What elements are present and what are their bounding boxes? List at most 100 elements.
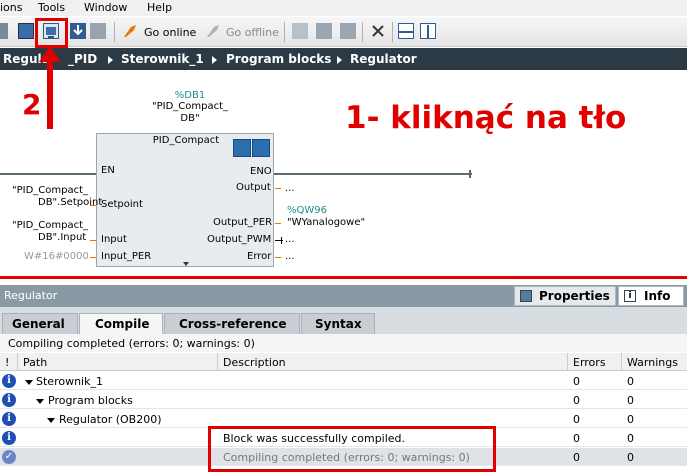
upload-icon[interactable] [70,23,86,39]
table-row[interactable]: i Program blocks 0 0 [0,391,687,409]
row-errors: 0 [573,413,580,426]
menu-options[interactable]: ions [0,1,23,14]
pin-setpoint: Setpoint [101,199,143,210]
row-errors: 0 [573,451,580,464]
check-icon: ✓ [2,450,16,464]
instance-db-address: %DB1 [174,90,206,101]
upload-from-device-icon[interactable] [90,23,106,39]
pin-eno: ENO [250,166,272,177]
go-offline-icon[interactable] [205,23,221,39]
breadcrumb-separator-icon [337,56,342,64]
properties-icon [520,290,532,302]
expand-block-icon[interactable] [183,262,189,266]
row-warnings: 0 [627,394,634,407]
tab-compile[interactable]: Compile [79,313,163,334]
row-errors: 0 [573,432,580,445]
annotation-step-1: 1- kliknąć na tło [345,100,627,136]
tab-syntax-label: Syntax [315,317,362,331]
operand-output-pwm[interactable]: ... [285,234,295,245]
operand-output[interactable]: ... [285,183,295,194]
operand-input-line1[interactable]: "PID_Compact_ [12,220,88,231]
tab-compile-label: Compile [95,317,150,331]
cross-tools-icon[interactable] [370,23,386,39]
menu-bar: ions Tools Window Help [0,0,687,16]
row-warnings: 0 [627,413,634,426]
operand-setpoint-line2[interactable]: DB".Setpoint [38,197,102,208]
column-warnings[interactable]: Warnings [627,356,678,369]
tab-properties-label: Properties [539,289,610,303]
row-errors: 0 [573,394,580,407]
tab-general[interactable]: General [2,313,78,334]
operand-output-per-address[interactable]: %QW96 [287,205,327,216]
menu-window[interactable]: Window [84,1,127,14]
pin-output: Output [236,182,271,193]
breadcrumb-separator-icon [108,56,113,64]
go-online-button[interactable]: Go online [144,26,196,39]
operand-setpoint-line1[interactable]: "PID_Compact_ [12,185,88,196]
inspector-title: Regulator [4,289,58,302]
stop-cpu-icon[interactable] [340,23,356,39]
menu-help[interactable]: Help [147,1,172,14]
toolbar-partial-icon[interactable] [0,23,8,39]
tab-properties[interactable]: Properties [514,286,616,306]
start-cpu-icon[interactable] [316,23,332,39]
tab-info[interactable]: i Info [618,286,684,306]
operand-input-line2[interactable]: DB".Input [38,232,86,243]
row-warnings: 0 [627,432,634,445]
info-subtabs: General Compile Cross-reference Syntax [0,307,687,334]
go-online-icon[interactable] [122,23,138,39]
pin-input-per: Input_PER [101,251,152,262]
compile-status-line: Compiling completed (errors: 0; warnings… [0,334,687,352]
commissioning-icon[interactable] [233,139,251,157]
pin-error: Error [247,251,272,262]
red-divider-line [0,276,687,279]
tab-cross-reference[interactable]: Cross-reference [164,313,300,334]
go-offline-button[interactable]: Go offline [226,26,279,39]
breadcrumb-item-pid[interactable]: _PID [68,52,97,66]
column-description[interactable]: Description [223,356,286,369]
accessible-devices-icon[interactable] [292,23,308,39]
row-path: Sterownik_1 [36,375,103,388]
tab-info-label: Info [644,289,671,303]
inspector-header: Regulator Properties i Info [0,285,687,307]
info-icon: i [2,393,16,407]
collapse-icon[interactable] [25,380,33,385]
red-arrow-icon [39,46,61,62]
red-arrow-shaft [47,61,53,129]
operand-error[interactable]: ... [285,251,295,262]
power-rail-right [274,173,472,175]
instance-db-name-line2: DB" [180,113,200,124]
row-errors: 0 [573,375,580,388]
collapse-icon[interactable] [36,399,44,404]
info-icon: i [2,431,16,445]
breadcrumb-item-regulator[interactable]: Regulator [350,52,417,66]
operand-output-per-name[interactable]: "WYanalogowe" [287,217,365,228]
rail-end-marker [469,170,471,178]
tab-syntax[interactable]: Syntax [301,313,375,334]
compile-icon[interactable] [18,23,34,39]
split-vertical-icon[interactable] [420,23,436,39]
breadcrumb-item-plc[interactable]: Sterownik_1 [121,52,204,66]
collapse-icon[interactable] [47,418,55,423]
table-row[interactable]: i Sterownik_1 0 0 [0,372,687,390]
row-warnings: 0 [627,375,634,388]
breadcrumb-item-program-blocks[interactable]: Program blocks [226,52,331,66]
highlight-box-compile-messages [208,426,496,472]
column-errors[interactable]: Errors [573,356,606,369]
annotation-step-2: 2 [22,88,42,121]
operand-input-per[interactable]: W#16#0000 [24,251,89,262]
row-path: Regulator (OB200) [59,413,162,426]
split-horizontal-icon[interactable] [398,23,414,39]
table-header: ! Path Description Errors Warnings [0,353,687,371]
menu-tools[interactable]: Tools [38,1,65,14]
configuration-icon[interactable] [252,139,270,157]
column-path[interactable]: Path [23,356,47,369]
tab-general-label: General [12,317,65,331]
compile-status-text: Compiling completed (errors: 0; warnings… [8,337,255,350]
info-icon: i [624,290,636,302]
row-path: Program blocks [48,394,133,407]
info-icon: i [2,412,16,426]
pin-output-pwm: Output_PWM [207,234,272,245]
breadcrumb-separator-icon [212,56,217,64]
column-flag[interactable]: ! [5,356,9,369]
